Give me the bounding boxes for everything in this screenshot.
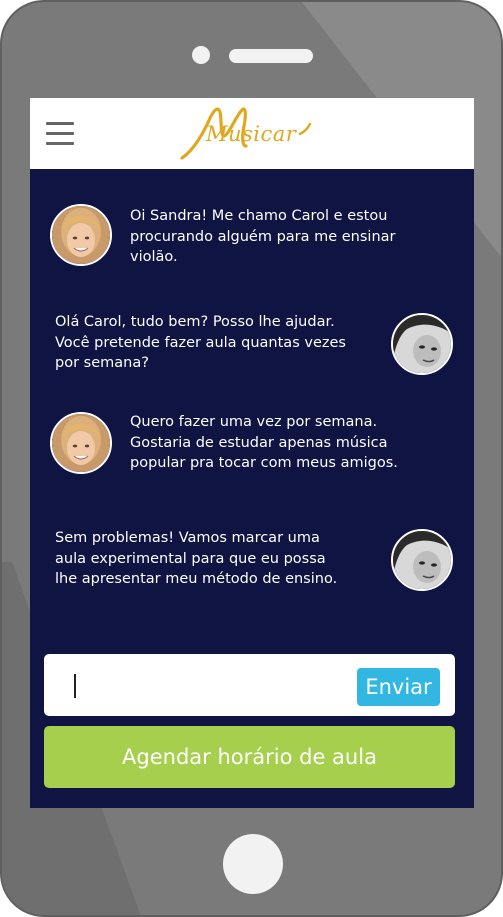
message-text: Oi Sandra! Me chamo Carol e estou procur… (130, 208, 396, 265)
earpiece-speaker (229, 49, 313, 63)
message-text: Quero fazer uma vez por semana. Gostaria… (130, 414, 398, 471)
message-text: Olá Carol, tudo bem? Posso lhe ajudar. V… (55, 314, 346, 371)
hamburger-menu-icon[interactable] (46, 122, 74, 145)
front-camera (192, 46, 210, 64)
carol-avatar (50, 412, 112, 474)
send-button[interactable]: Enviar (357, 668, 440, 706)
schedule-lesson-button[interactable]: Agendar horário de aula (44, 726, 455, 788)
sandra-avatar (391, 313, 453, 375)
home-button[interactable] (223, 834, 283, 894)
logo-text: Musicar (206, 122, 297, 146)
sandra-avatar (391, 529, 453, 591)
text-caret (74, 674, 76, 698)
message-text: Sem problemas! Vamos marcar uma aula exp… (55, 530, 338, 587)
message-input[interactable]: Enviar (44, 654, 455, 716)
app-screen: Musicar Oi Sandra! Me chamo Carol e esto… (30, 98, 474, 808)
carol-avatar (50, 204, 112, 266)
app-header: Musicar (30, 98, 474, 169)
phone-frame: Musicar Oi Sandra! Me chamo Carol e esto… (0, 0, 503, 917)
